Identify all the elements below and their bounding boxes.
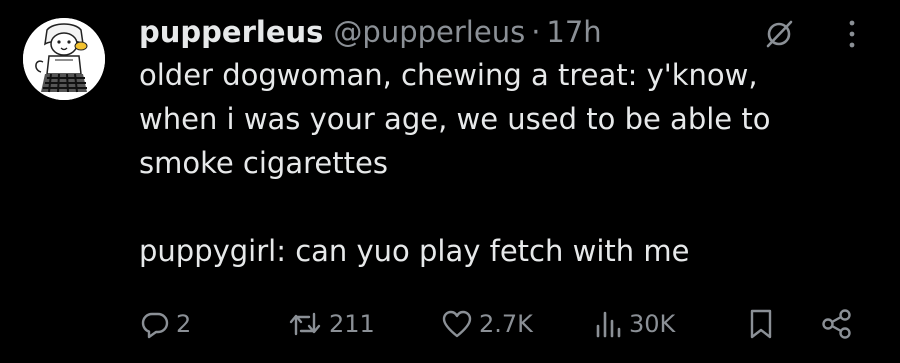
bookmark-icon xyxy=(750,309,772,339)
share-icon xyxy=(822,309,851,339)
separator: · xyxy=(531,15,541,49)
action-bar: 2 211 2.7K 30K xyxy=(0,300,900,350)
reply-count: 2 xyxy=(176,310,192,338)
reply-icon xyxy=(141,312,169,339)
reply-button[interactable]: 2 xyxy=(140,306,191,342)
share-button[interactable] xyxy=(820,306,854,342)
heart-icon xyxy=(442,310,472,338)
retweet-count: 211 xyxy=(329,310,375,338)
tweet-line: older dogwoman, chewing a treat: y'know, xyxy=(139,58,758,92)
timestamp[interactable]: 17h xyxy=(546,15,601,49)
bookmark-button[interactable] xyxy=(748,306,774,342)
tweet-line: puppygirl: can yuo play fetch with me xyxy=(139,234,690,268)
more-vertical-icon[interactable] xyxy=(841,16,863,52)
tweet-line: when i was your age, we used to be able … xyxy=(139,102,771,136)
user-handle[interactable]: @pupperleus xyxy=(333,15,525,49)
tweet-line: smoke cigarettes xyxy=(139,146,388,180)
retweet-button[interactable]: 211 xyxy=(287,306,375,342)
like-count: 2.7K xyxy=(479,310,533,338)
display-name[interactable]: pupperleus xyxy=(139,15,323,49)
views-icon xyxy=(596,311,621,338)
dog-girl-avatar-icon xyxy=(23,18,105,100)
like-button[interactable]: 2.7K xyxy=(441,306,533,342)
views-button[interactable]: 30K xyxy=(593,306,675,342)
tweet-text: older dogwoman, chewing a treat: y'know,… xyxy=(139,53,869,273)
tweet-header: pupperleus @pupperleus · 17h xyxy=(139,10,602,54)
tweet: pupperleus @pupperleus · 17h older dogwo… xyxy=(0,0,900,363)
grok-icon[interactable] xyxy=(764,19,794,49)
avatar[interactable] xyxy=(23,18,105,100)
retweet-icon xyxy=(289,312,321,336)
view-count: 30K xyxy=(629,310,676,338)
